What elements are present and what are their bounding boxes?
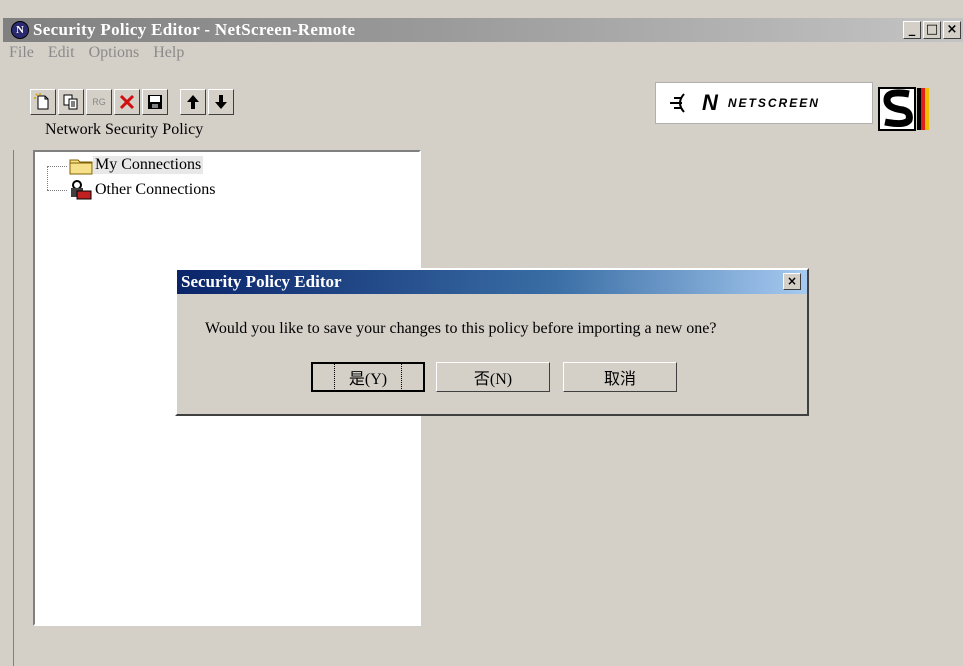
- s-logo-icon: [878, 87, 929, 131]
- dialog-close-button[interactable]: ×: [783, 273, 801, 290]
- delete-icon: [119, 94, 135, 110]
- locked-connections-icon: [71, 180, 92, 200]
- arrow-down-icon: [215, 95, 227, 109]
- title-bar[interactable]: N Security Policy Editor - NetScreen-Rem…: [3, 18, 963, 42]
- save-button[interactable]: [142, 89, 168, 115]
- save-icon: [148, 95, 162, 109]
- rg-button[interactable]: RG: [86, 89, 112, 115]
- rg-icon: RG: [92, 97, 106, 107]
- maximize-button[interactable]: □: [923, 21, 941, 39]
- arrow-up-icon: [187, 95, 199, 109]
- yes-button[interactable]: 是(Y): [311, 362, 425, 392]
- tree-connector: [47, 166, 67, 167]
- tree-item-my-connections[interactable]: My Connections: [69, 155, 204, 175]
- yes-button-label: 是(Y): [333, 363, 403, 391]
- tree-header: Network Security Policy: [45, 121, 204, 138]
- dialog-title-bar[interactable]: Security Policy Editor ×: [177, 270, 807, 294]
- tree-item-label: Other Connections: [95, 181, 216, 198]
- tree-connector: [47, 190, 67, 191]
- move-down-button[interactable]: [208, 89, 234, 115]
- menu-edit[interactable]: Edit: [48, 44, 75, 66]
- tree-item-label: My Connections: [93, 156, 204, 174]
- cancel-button-label: 取消: [603, 371, 636, 388]
- no-button[interactable]: 否(N): [436, 362, 550, 392]
- close-button[interactable]: ×: [943, 21, 961, 39]
- frame-border: [13, 150, 14, 666]
- netscreen-logo: N NETSCREEN: [655, 82, 873, 124]
- app-icon[interactable]: N: [11, 21, 29, 39]
- dialog-title: Security Policy Editor: [181, 272, 342, 291]
- tree-item-other-connections[interactable]: Other Connections: [69, 179, 217, 201]
- move-up-button[interactable]: [180, 89, 206, 115]
- tree-connector: [47, 166, 48, 190]
- toolbar: RG: [30, 88, 236, 116]
- save-changes-dialog: Security Policy Editor × Would you like …: [175, 268, 809, 416]
- menu-file[interactable]: File: [9, 44, 34, 66]
- no-button-label: 否(N): [473, 371, 513, 388]
- dialog-message: Would you like to save your changes to t…: [205, 320, 717, 337]
- menu-bar: File Edit Options Help: [3, 44, 184, 66]
- brand-mark: N: [702, 90, 718, 115]
- main-window: N Security Policy Editor - NetScreen-Rem…: [0, 0, 963, 666]
- new-policy-button[interactable]: [30, 89, 56, 115]
- copy-button[interactable]: [58, 89, 84, 115]
- cancel-button[interactable]: 取消: [563, 362, 677, 392]
- window-title: Security Policy Editor - NetScreen-Remot…: [33, 20, 356, 39]
- delete-button[interactable]: [114, 89, 140, 115]
- folder-icon: [69, 159, 93, 175]
- minimize-button[interactable]: _: [903, 21, 921, 39]
- menu-options[interactable]: Options: [89, 44, 140, 66]
- copy-icon: [63, 94, 78, 110]
- brand-text: NETSCREEN: [727, 96, 820, 110]
- menu-help[interactable]: Help: [153, 44, 184, 66]
- new-document-icon: [34, 93, 49, 110]
